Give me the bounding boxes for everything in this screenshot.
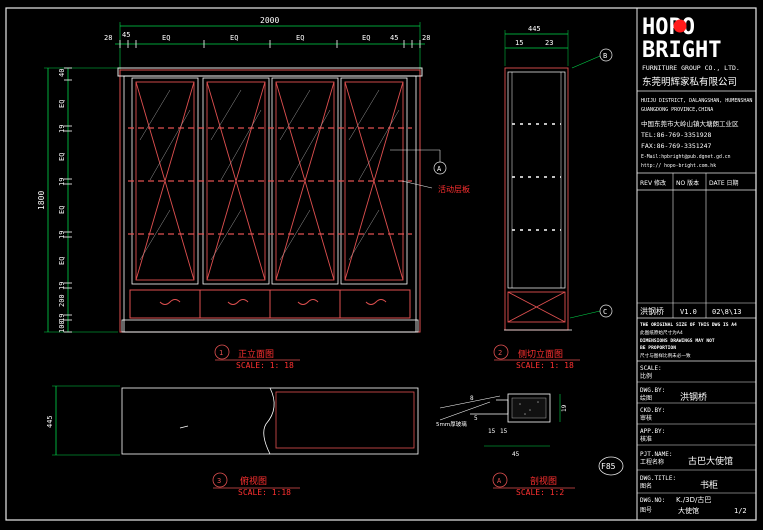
- project-value: 古巴大使馆: [688, 455, 733, 467]
- view-label-plan: 俯视图: [240, 475, 267, 487]
- callout-a: A: [437, 165, 442, 173]
- dim-w-1: 45: [122, 31, 130, 39]
- chk-by-label: CKD.BY:: [640, 407, 665, 414]
- notice-1: 此图纸原始尺寸为A4: [640, 329, 683, 336]
- section-depth-dim: 445: [528, 25, 541, 33]
- view-scale-plan: SCALE: 1:18: [238, 488, 291, 497]
- view-number-1: 1: [219, 349, 223, 357]
- notice-4: 尺寸与图样比例未必一致: [640, 352, 691, 359]
- plan-depth-dim: 445: [46, 415, 54, 428]
- notice-2: DIMENSIONS DRAWINGS MAY NOT: [640, 338, 715, 344]
- company-cn: 东莞明辉家私有限公司: [642, 76, 737, 88]
- dim-h-5: EQ: [58, 206, 66, 214]
- app-by-cn: 核准: [640, 435, 652, 443]
- scale-cn: 比例: [640, 372, 652, 380]
- rev-cell-2: 02\8\13: [712, 308, 742, 316]
- section-dim-15: 15: [515, 39, 523, 47]
- dim-h-7: EQ: [58, 257, 66, 265]
- sheet-tag: F85: [601, 462, 616, 471]
- app-by-label: APP.BY:: [640, 428, 665, 435]
- dim-h-0: 40: [58, 69, 66, 77]
- dwg-by-cn: 绘图: [640, 394, 652, 402]
- dim-w-4: EQ: [296, 34, 304, 42]
- title-label: DWG.TITLE:: [640, 475, 676, 482]
- section-dim-23: 23: [545, 39, 553, 47]
- detail-view: 8 15 5 15 45 19 5mm厚玻璃 A 剖视图 SCALE: 1:2: [436, 393, 575, 497]
- detail-dim-0: 8: [470, 395, 474, 402]
- view-label-section: 侧切立面图: [518, 348, 563, 360]
- dim-w-2: EQ: [162, 34, 170, 42]
- tel: TEL:86-769-3351928: [641, 131, 712, 139]
- rev-cell-1: V1.0: [680, 308, 697, 316]
- dim-h-6: 19: [58, 231, 66, 239]
- dim-w-7: 28: [422, 34, 430, 42]
- notice-3: BE PROPORTION: [640, 345, 676, 351]
- view-scale-front: SCALE: 1: 18: [236, 361, 294, 370]
- rev-header-1: NO 版本: [676, 179, 699, 187]
- notice-0: THE ORIGINAL SIZE OF THIS DWG IS A4: [640, 322, 737, 328]
- logo-dot-icon: [673, 19, 687, 33]
- logo-top: HOPO: [642, 15, 695, 40]
- title-block: HOPO BRIGHT FURNITURE GROUP CO., LTD. 东莞…: [637, 15, 756, 515]
- rev-header-0: REV 修改: [640, 179, 666, 187]
- dim-w-5: EQ: [362, 34, 370, 42]
- view-label-detail: 剖视图: [530, 475, 557, 487]
- view-scale-detail: SCALE: 1:2: [516, 488, 564, 497]
- shelf-annotation: 活动层板: [438, 184, 470, 194]
- dim-h-3: EQ: [58, 153, 66, 161]
- dwg-by-label: DWG.BY:: [640, 387, 665, 394]
- dwg-no-value-1: K./3D/古巴: [676, 495, 711, 504]
- dim-h-9: 200: [58, 294, 66, 307]
- dwg-page: 1/2: [734, 507, 747, 515]
- front-elevation: 2000 28 45 EQ EQ EQ EQ 45 28 1800 40 EQ …: [37, 16, 470, 370]
- plan-view: 445 3 俯视图 SCALE: 1:18: [46, 385, 419, 497]
- project-label: PJT.NAME:: [640, 451, 673, 458]
- scale-label: SCALE:: [640, 365, 662, 372]
- callout-c: C: [603, 308, 607, 316]
- detail-dim-4: 45: [512, 451, 520, 458]
- address-en-1: HUIJU DISTRICT, DALANGSHAN, HUMENSHAN: [641, 98, 752, 104]
- dim-h-1: EQ: [58, 100, 66, 108]
- dim-h-4: 19: [58, 178, 66, 186]
- title-value: 书柜: [700, 479, 718, 491]
- dwg-by-value: 洪钢桥: [680, 391, 707, 403]
- address-en-2: GUANGDONG PROVINCE,CHINA: [641, 107, 713, 113]
- dwg-no-value-2: 大使馆: [678, 506, 699, 515]
- detail-dim-5: 19: [561, 404, 568, 412]
- fax: FAX:86-769-3351247: [641, 142, 712, 150]
- detail-note: 5mm厚玻璃: [436, 420, 467, 428]
- detail-dim-1: 15: [488, 428, 496, 435]
- dim-h-2: 19: [58, 125, 66, 133]
- height-total-label: 1800: [37, 191, 46, 210]
- dwg-no-cn: 图号: [640, 507, 652, 514]
- cad-drawing: 2000 28 45 EQ EQ EQ EQ 45 28 1800 40 EQ …: [5, 7, 757, 521]
- website: http:// hopo-bright.com.hk: [641, 163, 716, 169]
- dim-w-3: EQ: [230, 34, 238, 42]
- view-number-3: 3: [217, 477, 221, 485]
- title-cn: 图名: [640, 482, 652, 490]
- view-number-2: 2: [498, 349, 502, 357]
- logo-bottom: BRIGHT: [642, 38, 721, 63]
- view-number-a: A: [497, 477, 502, 485]
- section-elevation: 445 15 23 B C 2 侧切立面图 SCALE: 1: 18: [493, 25, 613, 370]
- view-label-front: 正立面图: [238, 348, 274, 360]
- project-cn: 工程名称: [640, 458, 664, 466]
- address-cn: 中国东莞市大岭山镇大塘朗工业区: [641, 119, 739, 128]
- dim-h-11: 100: [58, 320, 66, 333]
- dwg-no-label: DWG.NO:: [640, 497, 665, 504]
- email: E-Mail:hpbright@pub.dgnet.gd.cn: [641, 154, 731, 160]
- chk-by-cn: 审核: [640, 414, 652, 422]
- company-en: FURNITURE GROUP CO., LTD.: [642, 64, 740, 72]
- callout-b: B: [603, 52, 607, 60]
- rev-cell-0: 洪钢桥: [640, 306, 664, 316]
- view-scale-section: SCALE: 1: 18: [516, 361, 574, 370]
- rev-header-2: DATE 日期: [709, 179, 739, 187]
- dim-w-0: 28: [104, 34, 112, 42]
- width-total-label: 2000: [260, 16, 279, 25]
- dim-h-8: 19: [58, 282, 66, 290]
- dim-w-6: 45: [390, 34, 398, 42]
- detail-dim-2: 5: [474, 415, 478, 422]
- detail-dim-3: 15: [500, 428, 508, 435]
